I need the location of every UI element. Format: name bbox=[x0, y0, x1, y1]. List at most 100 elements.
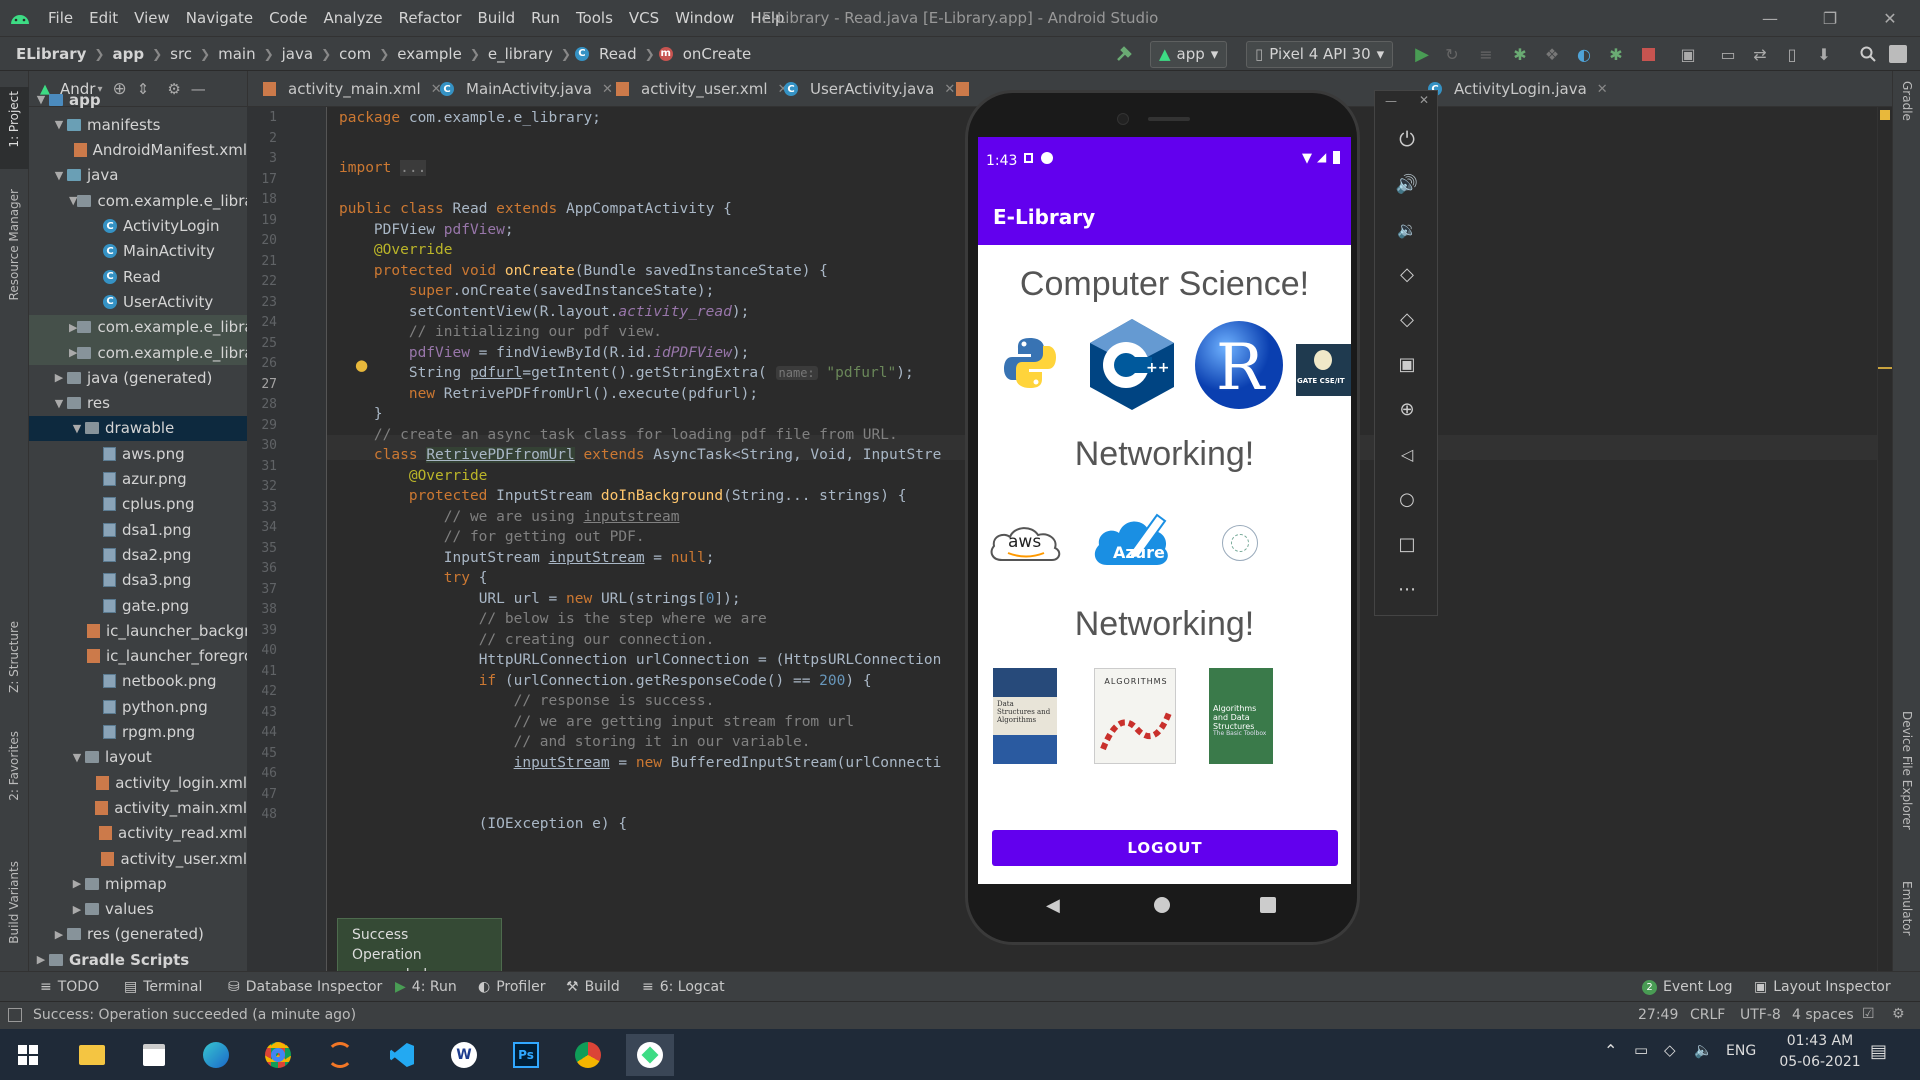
project-tool-button[interactable]: 1: Project bbox=[0, 87, 29, 169]
chevron-down-icon[interactable]: ▼ bbox=[51, 118, 67, 131]
folder-icon[interactable]: ▣ bbox=[1676, 40, 1700, 68]
run-tool-button[interactable]: ▶ 4: Run bbox=[395, 972, 457, 1002]
word-icon[interactable]: W bbox=[440, 1034, 488, 1076]
device-select[interactable]: ▯ Pixel 4 API 30 ▾ bbox=[1246, 40, 1394, 68]
chrome-icon[interactable] bbox=[564, 1034, 612, 1076]
menu-run[interactable]: Run bbox=[523, 0, 568, 37]
menu-window[interactable]: Window bbox=[667, 0, 742, 37]
tab-mainactivity-java[interactable]: C MainActivity.java ✕ bbox=[432, 71, 621, 107]
restore-button[interactable]: ❐ bbox=[1800, 0, 1860, 37]
indent-setting[interactable]: 4 spaces bbox=[1792, 1007, 1854, 1023]
cplusplus-logo[interactable]: ++ bbox=[1086, 317, 1178, 412]
stop-icon[interactable] bbox=[1636, 40, 1660, 68]
book-cover-dsa1[interactable]: Data Structures and Algorithms bbox=[993, 668, 1057, 764]
windows-start-icon[interactable] bbox=[4, 1034, 52, 1076]
tree-item[interactable]: activity_login.xml bbox=[29, 770, 247, 795]
breadcrumb-oncreate[interactable]: onCreate bbox=[679, 45, 756, 63]
close-icon[interactable]: ✕ bbox=[1419, 93, 1429, 107]
emulator-button[interactable]: Emulator bbox=[1893, 881, 1920, 961]
chevron-down-icon[interactable]: ▼ bbox=[69, 194, 77, 207]
tree-item[interactable]: netbook.png bbox=[29, 669, 247, 694]
chevron-right-icon[interactable]: ▶ bbox=[69, 321, 77, 334]
tree-item[interactable]: ▶ mipmap bbox=[29, 871, 247, 896]
zoom-icon[interactable]: ⊕ bbox=[1375, 394, 1439, 424]
file-encoding[interactable]: UTF-8 bbox=[1740, 1007, 1781, 1023]
tree-item[interactable]: ▼ drawable bbox=[29, 415, 247, 441]
store-icon[interactable] bbox=[130, 1034, 178, 1076]
lock-icon[interactable]: ☑ bbox=[1862, 1006, 1875, 1022]
tree-item[interactable]: ▼ res bbox=[29, 391, 247, 416]
tree-item[interactable]: dsa3.png bbox=[29, 568, 247, 593]
search-icon[interactable] bbox=[1856, 40, 1880, 68]
camera-icon[interactable]: ▣ bbox=[1375, 349, 1439, 379]
volume-icon[interactable]: 🔈 bbox=[1694, 1041, 1713, 1059]
chevron-down-icon[interactable]: ▼ bbox=[51, 397, 67, 410]
breadcrumb-e-library[interactable]: e_library bbox=[484, 45, 557, 63]
sdk-manager-icon[interactable]: ⬇ bbox=[1812, 40, 1836, 68]
r-language-logo[interactable]: R bbox=[1193, 319, 1285, 411]
jupyter-icon[interactable] bbox=[316, 1034, 364, 1076]
event-log-tool-button[interactable]: 2 Event Log bbox=[1642, 972, 1733, 1002]
close-icon[interactable]: ✕ bbox=[1597, 82, 1608, 97]
profiler-icon[interactable]: ◐ bbox=[1572, 40, 1596, 68]
breadcrumb-read[interactable]: Read bbox=[595, 45, 641, 63]
menu-navigate[interactable]: Navigate bbox=[178, 0, 261, 37]
attach-process-icon[interactable]: ✱ bbox=[1604, 40, 1628, 68]
chevron-right-icon[interactable]: ▶ bbox=[51, 371, 67, 384]
tab-activity-main-xml[interactable]: activity_main.xml ✕ bbox=[255, 71, 450, 107]
tree-item[interactable]: activity_read.xml bbox=[29, 821, 247, 846]
tree-item[interactable]: ▼ layout bbox=[29, 745, 247, 770]
todo-tool-button[interactable]: ≡ TODO bbox=[40, 972, 99, 1002]
tree-item[interactable]: ▶ com.example.e_library (test) bbox=[29, 340, 247, 365]
status-toggle-icon[interactable] bbox=[8, 1008, 22, 1022]
tree-item[interactable]: gate.png bbox=[29, 593, 247, 618]
notification-center-icon[interactable]: ▤ bbox=[1870, 1041, 1887, 1062]
tree-item[interactable]: dsa2.png bbox=[29, 542, 247, 567]
network-icon[interactable]: ◇ bbox=[1664, 1041, 1676, 1059]
menu-vcs[interactable]: VCS bbox=[621, 0, 667, 37]
structure-button[interactable]: Z: Structure bbox=[0, 621, 29, 701]
tab-useractivity-java[interactable]: C UserActivity.java ✕ bbox=[776, 71, 963, 107]
tree-item[interactable]: ▼ manifests bbox=[29, 112, 247, 137]
memory-icon[interactable]: ⚙ bbox=[1892, 1006, 1905, 1022]
photoshop-icon[interactable]: Ps bbox=[502, 1034, 550, 1076]
edge-icon[interactable] bbox=[192, 1034, 240, 1076]
vscode-icon[interactable] bbox=[378, 1034, 426, 1076]
language-indicator[interactable]: ENG bbox=[1726, 1043, 1756, 1059]
netbook-logo[interactable] bbox=[1222, 525, 1258, 561]
tree-item[interactable]: AndroidManifest.xml bbox=[29, 138, 247, 163]
hammer-icon[interactable] bbox=[1110, 40, 1138, 68]
breadcrumb-src[interactable]: src bbox=[166, 45, 196, 63]
menu-view[interactable]: View bbox=[126, 0, 178, 37]
chrome-icon[interactable] bbox=[254, 1034, 302, 1076]
lightbulb-icon[interactable]: ● bbox=[355, 356, 368, 374]
tab-activity-user-xml[interactable]: activity_user.xml✕ bbox=[608, 71, 796, 107]
terminal-tool-button[interactable]: ▤ Terminal bbox=[124, 972, 202, 1002]
debug-icon[interactable]: ✱ bbox=[1508, 40, 1532, 68]
menu-edit[interactable]: Edit bbox=[81, 0, 126, 37]
tab-activity-read-xml[interactable] bbox=[948, 71, 978, 107]
menu-file[interactable]: File bbox=[40, 0, 81, 37]
battery-icon[interactable]: ▭ bbox=[1634, 1041, 1648, 1059]
python-logo[interactable] bbox=[1000, 332, 1060, 392]
tree-item[interactable]: ▶ com.example.e_library (androidTest) bbox=[29, 314, 247, 340]
build-variants-button[interactable]: Build Variants bbox=[0, 861, 29, 951]
chevron-right-icon[interactable]: ▶ bbox=[69, 903, 85, 916]
tree-item[interactable]: ▶ Gradle Scripts bbox=[29, 947, 247, 972]
menu-analyze[interactable]: Analyze bbox=[315, 0, 390, 37]
android-studio-taskbar-icon[interactable] bbox=[626, 1034, 674, 1076]
apply-changes-icon[interactable]: ↻ bbox=[1440, 40, 1464, 68]
chevron-down-icon[interactable]: ▼ bbox=[51, 169, 67, 182]
back-nav-icon[interactable]: ◀ bbox=[1046, 895, 1060, 916]
warning-marker[interactable] bbox=[1878, 367, 1893, 369]
clock-date[interactable]: 05-06-2021 bbox=[1774, 1054, 1866, 1070]
volume-down-icon[interactable]: 🔉 bbox=[1375, 214, 1439, 244]
rotate-left-icon[interactable]: ◇ bbox=[1375, 259, 1439, 289]
tree-item[interactable]: activity_main.xml bbox=[29, 795, 247, 820]
device-manager-icon[interactable]: ▯ bbox=[1780, 40, 1804, 68]
breadcrumb-app[interactable]: app bbox=[108, 45, 148, 63]
tree-item[interactable]: ▶ values bbox=[29, 897, 247, 922]
aws-logo[interactable]: aws bbox=[986, 520, 1066, 568]
database-inspector-tool-button[interactable]: ⛁ Database Inspector bbox=[228, 972, 382, 1002]
chevron-down-icon[interactable]: ▼ bbox=[69, 422, 85, 435]
